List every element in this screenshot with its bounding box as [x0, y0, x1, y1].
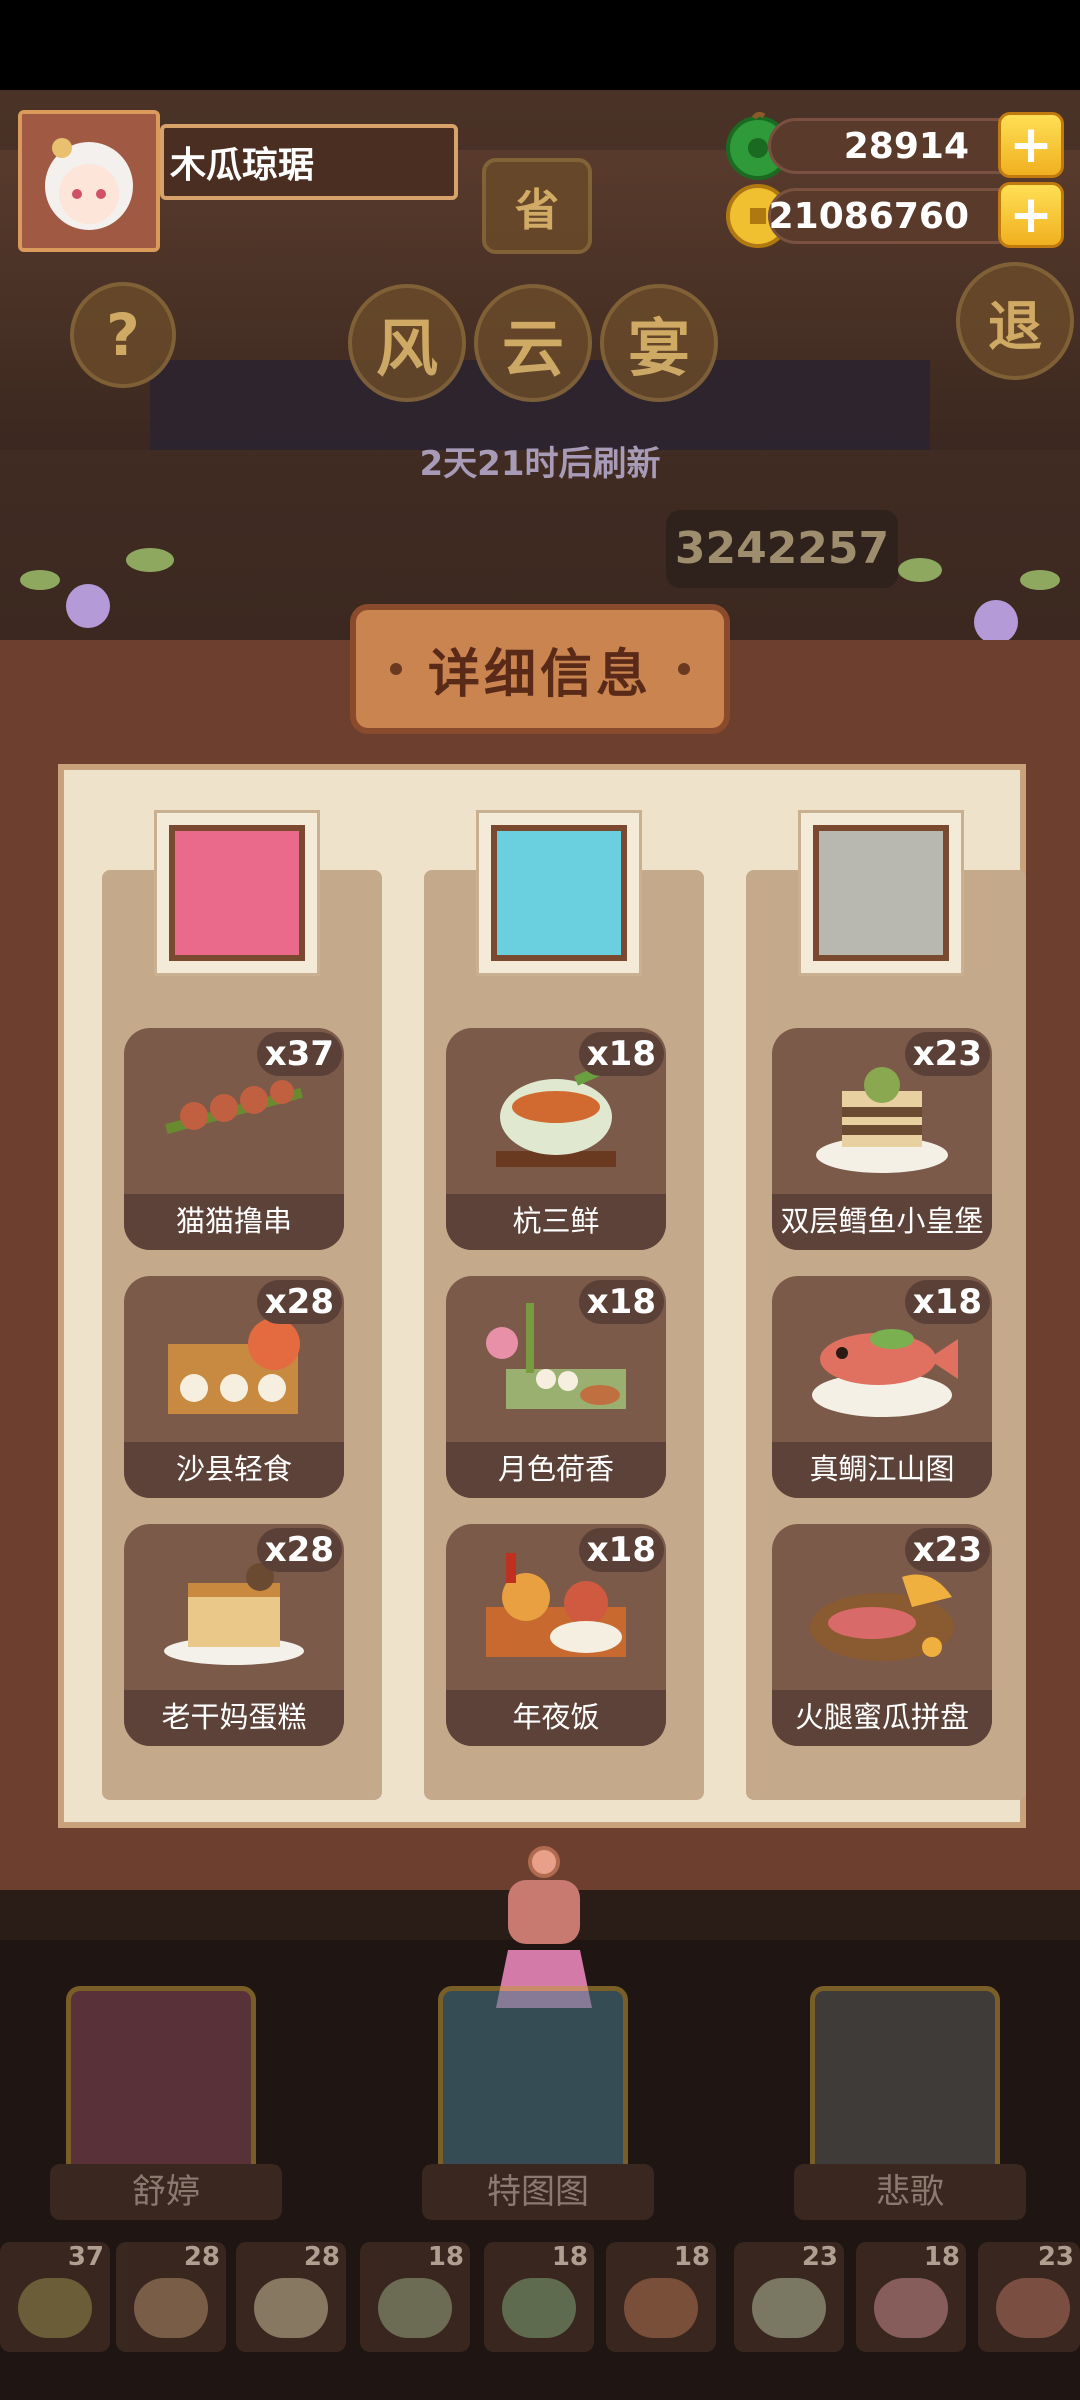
panel-title: 详细信息 — [427, 644, 652, 705]
dish-slot[interactable]: 18 — [484, 2242, 594, 2352]
dish-card[interactable]: x18 真鲷江山图 — [772, 1276, 992, 1498]
dish-slot[interactable]: 18 — [856, 2242, 966, 2352]
exit-button[interactable]: 退 — [956, 262, 1074, 380]
dish-name: 火腿蜜瓜拼盘 — [772, 1690, 992, 1746]
dish-slot[interactable]: 28 — [116, 2242, 226, 2352]
character-name-2: 特图图 — [422, 2164, 654, 2220]
dish-count: x18 — [904, 1280, 990, 1324]
dish-card[interactable]: x23 火腿蜜瓜拼盘 — [772, 1524, 992, 1746]
dish-count: x28 — [256, 1280, 342, 1324]
skewer-dish-icon — [18, 2278, 92, 2338]
dish-count: x18 — [578, 1280, 664, 1324]
dish-name: 真鲷江山图 — [772, 1442, 992, 1498]
sea-bream-dish-icon — [874, 2278, 948, 2338]
dish-slot-count: 23 — [801, 2242, 838, 2272]
dish-slot[interactable]: 28 — [236, 2242, 346, 2352]
plaque-dot-right — [678, 663, 690, 675]
character-card-3[interactable] — [810, 1986, 1000, 2186]
dish-slot[interactable]: 18 — [360, 2242, 470, 2352]
dish-name: 猫猫撸串 — [124, 1194, 344, 1250]
dish-card[interactable]: x18 杭三鲜 — [446, 1028, 666, 1250]
cake-icon — [254, 2278, 328, 2338]
character-portrait-2[interactable] — [476, 810, 642, 976]
dish-slot-count: 28 — [183, 2242, 220, 2272]
dish-card[interactable]: x18 月色荷香 — [446, 1276, 666, 1498]
dish-count: x23 — [904, 1032, 990, 1076]
dish-slot-count: 18 — [923, 2242, 960, 2272]
player-avatar[interactable] — [18, 110, 160, 252]
dish-count: x28 — [256, 1528, 342, 1572]
player-name: 木瓜琼琚 — [160, 124, 458, 200]
dish-card[interactable]: x23 双层鳕鱼小皇堡 — [772, 1028, 992, 1250]
dish-count: x18 — [578, 1032, 664, 1076]
jade-currency: 28914 + — [724, 112, 1064, 180]
soup-pot-icon — [378, 2278, 452, 2338]
region-badge: 省 — [482, 158, 592, 254]
dish-slot-count: 37 — [67, 2242, 104, 2272]
dish-slot-count: 18 — [551, 2242, 588, 2272]
dish-slot[interactable]: 23 — [734, 2242, 844, 2352]
dish-name: 老干妈蛋糕 — [124, 1690, 344, 1746]
character-card-1[interactable] — [66, 1986, 256, 2186]
title-char-3: 宴 — [600, 284, 718, 402]
dish-slot[interactable]: 37 — [0, 2242, 110, 2352]
dish-slot-count: 18 — [673, 2242, 710, 2272]
coin-currency: 21086760 + — [724, 182, 1064, 250]
dish-card[interactable]: x18 年夜饭 — [446, 1524, 666, 1746]
dish-slot[interactable]: 18 — [606, 2242, 716, 2352]
new-year-feast-icon — [624, 2278, 698, 2338]
dish-name: 沙县轻食 — [124, 1442, 344, 1498]
ham-melon-platter-icon — [996, 2278, 1070, 2338]
dish-card[interactable]: x37 猫猫撸串 — [124, 1028, 344, 1250]
dish-count: x18 — [578, 1528, 664, 1572]
dish-slot-count: 23 — [1037, 2242, 1074, 2272]
dish-count: x37 — [256, 1032, 342, 1076]
lotus-platter-icon — [502, 2278, 576, 2338]
burger-dish-icon — [752, 2278, 826, 2338]
detail-panel-header: 详细信息 — [350, 604, 730, 734]
dish-slot[interactable]: 23 — [978, 2242, 1080, 2352]
add-jade-button[interactable]: + — [998, 112, 1064, 178]
snack-platter-icon — [134, 2278, 208, 2338]
knot-ornament-icon — [496, 1846, 592, 2008]
dish-name: 双层鳕鱼小皇堡 — [772, 1194, 992, 1250]
character-name-1: 舒婷 — [50, 2164, 282, 2220]
dish-slot-count: 18 — [427, 2242, 464, 2272]
dish-name: 杭三鲜 — [446, 1194, 666, 1250]
add-coins-button[interactable]: + — [998, 182, 1064, 248]
title-char-2: 云 — [474, 284, 592, 402]
character-portrait-3[interactable] — [798, 810, 964, 976]
refresh-timer: 2天21时后刷新 — [419, 444, 661, 484]
character-card-2[interactable] — [438, 1986, 628, 2186]
plaque-dot-left — [389, 663, 402, 675]
character-portrait-1[interactable] — [154, 810, 320, 976]
help-button[interactable]: ? — [70, 282, 176, 388]
dish-slot-count: 28 — [303, 2242, 340, 2272]
avatar-portrait-icon — [22, 114, 156, 248]
dish-card[interactable]: x28 老干妈蛋糕 — [124, 1524, 344, 1746]
dish-name: 月色荷香 — [446, 1442, 666, 1498]
character-name-3: 悲歌 — [794, 2164, 1026, 2220]
dish-count: x23 — [904, 1528, 990, 1572]
title-char-1: 风 — [348, 284, 466, 402]
dish-name: 年夜饭 — [446, 1690, 666, 1746]
dish-card[interactable]: x28 沙县轻食 — [124, 1276, 344, 1498]
